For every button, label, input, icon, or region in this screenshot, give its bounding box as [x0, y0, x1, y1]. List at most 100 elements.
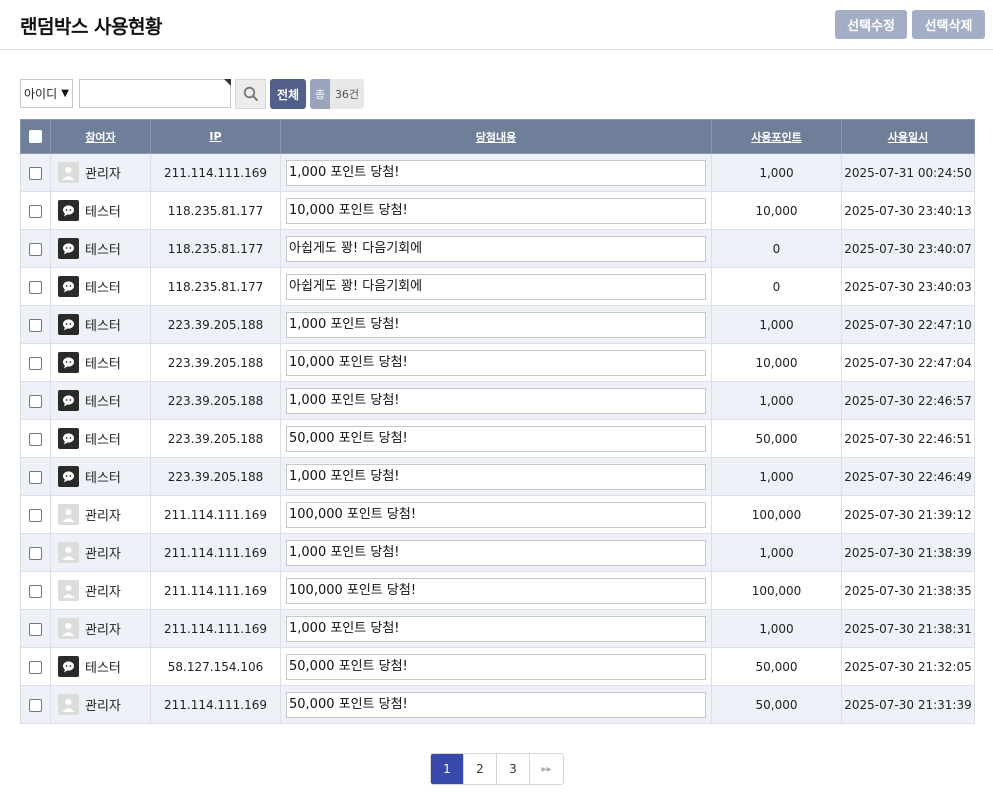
- row-checkbox[interactable]: [29, 318, 42, 332]
- date-cell: 2025-07-30 22:47:04: [841, 343, 975, 382]
- participant-cell: 관리자: [50, 495, 151, 534]
- prize-content-field[interactable]: 50,000 포인트 당첨!: [286, 425, 706, 452]
- admin-avatar-icon: [58, 162, 79, 183]
- admin-avatar-icon: [58, 542, 79, 563]
- participant-name[interactable]: 관리자: [85, 505, 121, 524]
- prize-content-field[interactable]: 1,000 포인트 당첨!: [286, 463, 706, 490]
- column-header-ip[interactable]: IP: [150, 119, 281, 154]
- participant-name[interactable]: 테스터: [85, 201, 121, 220]
- participant-name[interactable]: 관리자: [85, 581, 121, 600]
- prize-content-field[interactable]: 50,000 포인트 당첨!: [286, 691, 706, 718]
- participant-name[interactable]: 테스터: [85, 315, 121, 334]
- page-button-3[interactable]: 3: [497, 754, 530, 784]
- search-input[interactable]: [79, 79, 231, 108]
- column-header-content[interactable]: 당첨내용: [280, 119, 712, 154]
- total-count: 36건: [330, 79, 364, 109]
- page-button-1[interactable]: 1: [431, 754, 464, 784]
- table-row: 테스터 223.39.205.188 1,000 포인트 당첨! 1,000 2025-…: [20, 381, 975, 420]
- search-field-select[interactable]: 아이디 ▼: [20, 79, 73, 108]
- row-checkbox[interactable]: [29, 622, 42, 636]
- column-header-date[interactable]: 사용일시: [841, 119, 975, 154]
- delete-selected-button[interactable]: 선택삭제: [912, 10, 985, 39]
- all-button[interactable]: 전체: [270, 79, 306, 109]
- ip-cell: 223.39.205.188: [150, 343, 281, 382]
- table-row: 테스터 58.127.154.106 50,000 포인트 당첨! 50,000 202…: [20, 647, 975, 686]
- row-checkbox[interactable]: [29, 280, 42, 294]
- prize-content-field[interactable]: 50,000 포인트 당첨!: [286, 653, 706, 680]
- select-all-cell: [20, 119, 51, 154]
- row-select-cell: [20, 457, 51, 496]
- points-cell: 1,000: [711, 305, 842, 344]
- table-row: 테스터 118.235.81.177 아쉽게도 꽝! 다음기회에 0 2025-07-3…: [20, 229, 975, 268]
- row-checkbox[interactable]: [29, 546, 42, 560]
- content-cell: 10,000 포인트 당첨!: [280, 343, 712, 382]
- table-row: 관리자 211.114.111.169 1,000 포인트 당첨! 1,000 2025…: [20, 153, 975, 192]
- prize-content-field[interactable]: 아쉽게도 꽝! 다음기회에: [286, 235, 706, 262]
- participant-cell: 테스터: [50, 419, 151, 458]
- row-checkbox[interactable]: [29, 584, 42, 598]
- participant: 테스터: [51, 390, 150, 411]
- points-cell: 10,000: [711, 343, 842, 382]
- date-cell: 2025-07-30 23:40:13: [841, 191, 975, 230]
- next-page-button[interactable]: ▸▸: [530, 754, 563, 784]
- participant: 테스터: [51, 200, 150, 221]
- prize-content-field[interactable]: 10,000 포인트 당첨!: [286, 349, 706, 376]
- date-cell: 2025-07-30 21:38:31: [841, 609, 975, 648]
- row-checkbox[interactable]: [29, 508, 42, 522]
- prize-content-field[interactable]: 1,000 포인트 당첨!: [286, 311, 706, 338]
- row-checkbox[interactable]: [29, 242, 42, 256]
- column-header-participant[interactable]: 참여자: [50, 119, 151, 154]
- participant-name[interactable]: 테스터: [85, 353, 121, 372]
- participant: 관리자: [51, 542, 150, 563]
- row-checkbox[interactable]: [29, 204, 42, 218]
- participant-name[interactable]: 테스터: [85, 391, 121, 410]
- row-checkbox[interactable]: [29, 356, 42, 370]
- participant-name[interactable]: 테스터: [85, 277, 121, 296]
- ip-cell: 211.114.111.169: [150, 153, 281, 192]
- participant-cell: 테스터: [50, 191, 151, 230]
- row-checkbox[interactable]: [29, 394, 42, 408]
- select-all-checkbox[interactable]: [29, 130, 42, 144]
- row-checkbox[interactable]: [29, 698, 42, 712]
- prize-content-field[interactable]: 1,000 포인트 당첨!: [286, 387, 706, 414]
- prize-content-field[interactable]: 100,000 포인트 당첨!: [286, 577, 706, 604]
- table-row: 테스터 223.39.205.188 1,000 포인트 당첨! 1,000 2025-…: [20, 305, 975, 344]
- prize-content-field[interactable]: 1,000 포인트 당첨!: [286, 615, 706, 642]
- participant-name[interactable]: 테스터: [85, 429, 121, 448]
- column-header-points[interactable]: 사용포인트: [711, 119, 842, 154]
- content-cell: 50,000 포인트 당첨!: [280, 685, 712, 724]
- participant-name[interactable]: 테스터: [85, 239, 121, 258]
- participant-name[interactable]: 관리자: [85, 163, 121, 182]
- page-button-2[interactable]: 2: [464, 754, 497, 784]
- prize-content-field[interactable]: 100,000 포인트 당첨!: [286, 501, 706, 528]
- edit-selected-button[interactable]: 선택수정: [835, 10, 907, 39]
- date-cell: 2025-07-30 23:40:07: [841, 229, 975, 268]
- table-row: 테스터 118.235.81.177 10,000 포인트 당첨! 10,000 202…: [20, 191, 975, 230]
- prize-content-field[interactable]: 10,000 포인트 당첨!: [286, 197, 706, 224]
- participant-name[interactable]: 관리자: [85, 695, 121, 714]
- content-cell: 1,000 포인트 당첨!: [280, 609, 712, 648]
- prize-content-field[interactable]: 아쉽게도 꽝! 다음기회에: [286, 273, 706, 300]
- participant-name[interactable]: 관리자: [85, 543, 121, 562]
- participant-name[interactable]: 테스터: [85, 657, 121, 676]
- tester-avatar-icon: [58, 200, 79, 221]
- row-checkbox[interactable]: [29, 470, 42, 484]
- date-cell: 2025-07-31 00:24:50: [841, 153, 975, 192]
- points-cell: 1,000: [711, 381, 842, 420]
- search-button[interactable]: [235, 79, 266, 109]
- points-cell: 10,000: [711, 191, 842, 230]
- ip-cell: 223.39.205.188: [150, 381, 281, 420]
- participant-name[interactable]: 관리자: [85, 619, 121, 638]
- row-checkbox[interactable]: [29, 166, 42, 180]
- participant-name[interactable]: 테스터: [85, 467, 121, 486]
- prize-content-field[interactable]: 1,000 포인트 당첨!: [286, 159, 706, 186]
- date-cell: 2025-07-30 21:31:39: [841, 685, 975, 724]
- participant: 테스터: [51, 238, 150, 259]
- table-row: 관리자 211.114.111.169 50,000 포인트 당첨! 50,000 20…: [20, 685, 975, 724]
- row-checkbox[interactable]: [29, 432, 42, 446]
- row-checkbox[interactable]: [29, 660, 42, 674]
- prize-content-field[interactable]: 1,000 포인트 당첨!: [286, 539, 706, 566]
- points-cell: 50,000: [711, 685, 842, 724]
- content-cell: 아쉽게도 꽝! 다음기회에: [280, 229, 712, 268]
- participant-cell: 테스터: [50, 229, 151, 268]
